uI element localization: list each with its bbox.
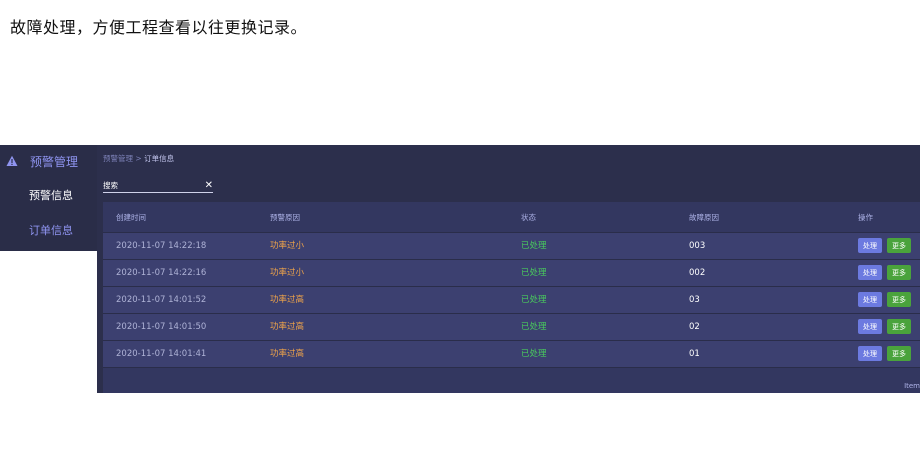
breadcrumb-separator: > bbox=[135, 154, 142, 163]
cell-warning-reason: 功率过高 bbox=[270, 322, 305, 332]
more-button[interactable]: 更多 bbox=[887, 346, 911, 361]
more-button[interactable]: 更多 bbox=[887, 292, 911, 307]
close-icon[interactable]: ✕ bbox=[205, 180, 213, 191]
row-actions: 处理 更多 bbox=[858, 265, 911, 280]
handle-button[interactable]: 处理 bbox=[858, 238, 882, 253]
table-row: 2020-11-07 14:01:50 功率过高 已处理 02 处理 更多 bbox=[103, 314, 920, 341]
cell-fault-reason: 02 bbox=[689, 322, 700, 332]
search-input[interactable]: 搜索 ✕ bbox=[103, 179, 213, 193]
main-panel: 预警管理 > 订单信息 搜索 ✕ 创建时间 预警原因 状态 故障原因 操作 20… bbox=[97, 145, 920, 393]
search-input-value[interactable]: 搜索 bbox=[103, 180, 118, 191]
cell-status: 已处理 bbox=[521, 349, 547, 359]
order-table: 创建时间 预警原因 状态 故障原因 操作 2020-11-07 14:22:18… bbox=[103, 202, 920, 393]
pagination-label: Item bbox=[904, 382, 920, 390]
breadcrumb-current: 订单信息 bbox=[144, 154, 175, 163]
table-row: 2020-11-07 14:01:41 功率过高 已处理 01 处理 更多 bbox=[103, 341, 920, 368]
cell-status: 已处理 bbox=[521, 268, 547, 278]
cell-warning-reason: 功率过高 bbox=[270, 349, 305, 359]
cell-created-time: 2020-11-07 14:22:16 bbox=[116, 268, 207, 278]
breadcrumb-root[interactable]: 预警管理 bbox=[103, 154, 133, 163]
table-row: 2020-11-07 14:22:18 功率过小 已处理 003 处理 更多 bbox=[103, 233, 920, 260]
sidebar-group-label: 预警管理 bbox=[30, 154, 79, 169]
handle-button[interactable]: 处理 bbox=[858, 346, 882, 361]
cell-fault-reason: 03 bbox=[689, 295, 700, 305]
more-button[interactable]: 更多 bbox=[887, 265, 911, 280]
table-row: 2020-11-07 14:22:16 功率过小 已处理 002 处理 更多 bbox=[103, 260, 920, 287]
sidebar-group-warning[interactable]: 预警管理 bbox=[0, 145, 97, 177]
table-row: 2020-11-07 14:01:52 功率过高 已处理 03 处理 更多 bbox=[103, 287, 920, 314]
cell-created-time: 2020-11-07 14:01:41 bbox=[116, 349, 207, 359]
cell-fault-reason: 003 bbox=[689, 241, 706, 251]
breadcrumb: 预警管理 > 订单信息 bbox=[103, 153, 174, 164]
cell-fault-reason: 01 bbox=[689, 349, 700, 359]
handle-button[interactable]: 处理 bbox=[858, 292, 882, 307]
row-actions: 处理 更多 bbox=[858, 346, 911, 361]
cell-warning-reason: 功率过高 bbox=[270, 295, 305, 305]
cell-fault-reason: 002 bbox=[689, 268, 706, 278]
row-actions: 处理 更多 bbox=[858, 292, 911, 307]
warning-triangle-icon bbox=[6, 155, 18, 166]
sidebar: 预警管理 预警信息 订单信息 bbox=[0, 145, 97, 251]
cell-created-time: 2020-11-07 14:01:52 bbox=[116, 295, 207, 305]
sidebar-item-warning-info[interactable]: 预警信息 bbox=[0, 177, 97, 212]
column-header-status: 状态 bbox=[521, 212, 536, 222]
document-caption: 故障处理，方便工程查看以往更换记录。 bbox=[10, 18, 308, 37]
cell-status: 已处理 bbox=[521, 295, 547, 305]
column-header-fault-reason: 故障原因 bbox=[689, 212, 719, 222]
more-button[interactable]: 更多 bbox=[887, 238, 911, 253]
cell-created-time: 2020-11-07 14:01:50 bbox=[116, 322, 207, 332]
cell-created-time: 2020-11-07 14:22:18 bbox=[116, 241, 207, 251]
cell-warning-reason: 功率过小 bbox=[270, 241, 305, 251]
column-header-warning-reason: 预警原因 bbox=[270, 212, 300, 222]
row-actions: 处理 更多 bbox=[858, 319, 911, 334]
column-header-actions: 操作 bbox=[858, 212, 873, 222]
cell-warning-reason: 功率过小 bbox=[270, 268, 305, 278]
cell-status: 已处理 bbox=[521, 241, 547, 251]
row-actions: 处理 更多 bbox=[858, 238, 911, 253]
more-button[interactable]: 更多 bbox=[887, 319, 911, 334]
column-header-created-time: 创建时间 bbox=[116, 212, 146, 222]
cell-status: 已处理 bbox=[521, 322, 547, 332]
sidebar-item-order-info[interactable]: 订单信息 bbox=[0, 212, 97, 247]
handle-button[interactable]: 处理 bbox=[858, 319, 882, 334]
table-header: 创建时间 预警原因 状态 故障原因 操作 bbox=[103, 202, 920, 233]
handle-button[interactable]: 处理 bbox=[858, 265, 882, 280]
